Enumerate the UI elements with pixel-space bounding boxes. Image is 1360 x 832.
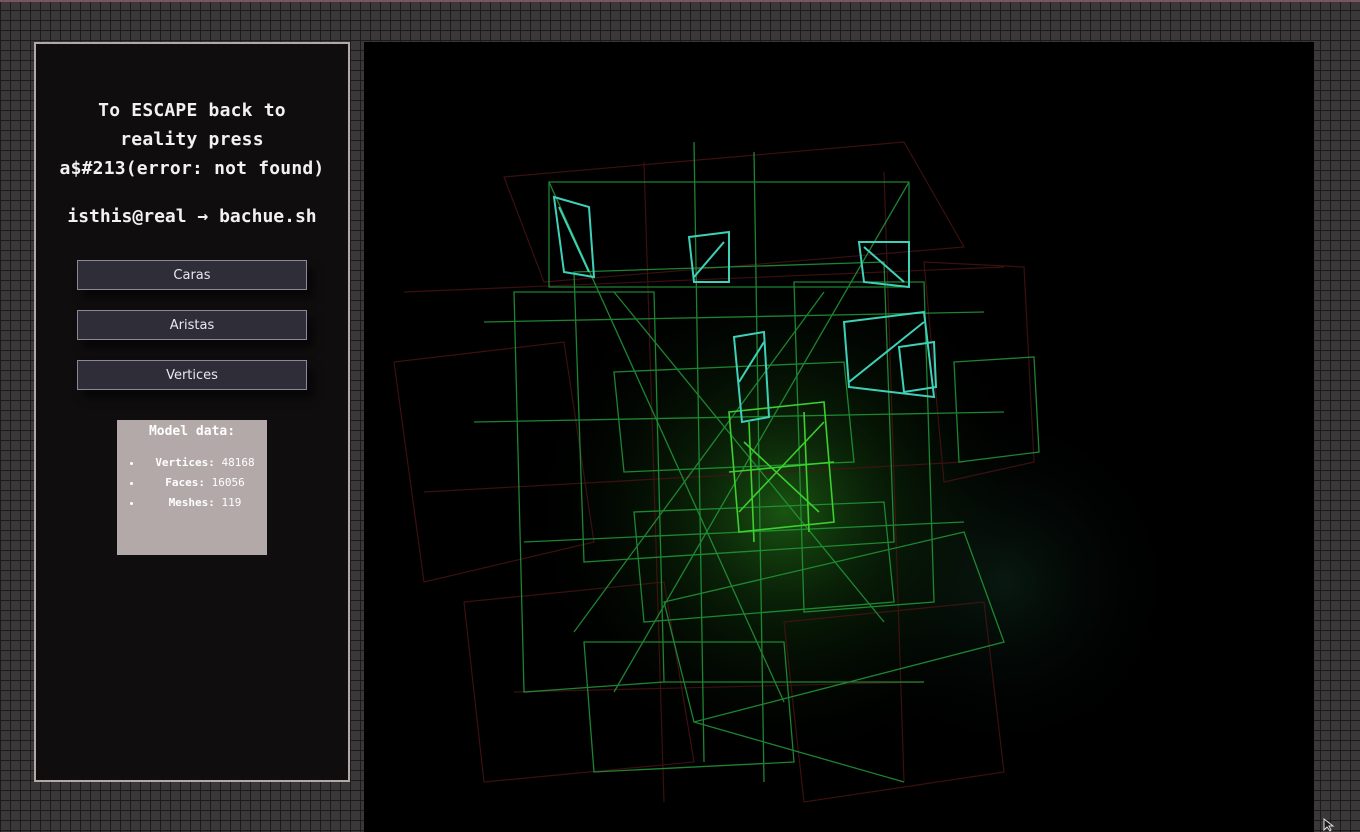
escape-line-2: reality press	[120, 129, 264, 150]
stat-faces: Faces: 16056	[143, 473, 267, 493]
3d-viewport[interactable]	[364, 42, 1314, 832]
path-label: isthis@real → bachue.sh	[67, 206, 317, 227]
wireframe-model	[364, 42, 1314, 832]
sidebar-panel: To ESCAPE back to reality press a$#213(e…	[34, 42, 350, 782]
escape-line-1: To ESCAPE back to	[98, 100, 286, 121]
model-data-card: Model data: Vertices: 48168 Faces: 16056…	[117, 420, 267, 555]
stat-label: Faces:	[165, 476, 205, 489]
escape-line-3: a$#213(error: not found)	[59, 158, 325, 179]
stat-value: 16056	[211, 476, 245, 489]
stat-meshes: Meshes: 119	[143, 493, 267, 513]
aristas-button[interactable]: Aristas	[77, 310, 307, 340]
model-stats-list: Vertices: 48168 Faces: 16056 Meshes: 119	[117, 453, 267, 513]
stat-label: Meshes:	[168, 496, 215, 509]
caras-button[interactable]: Caras	[77, 260, 307, 290]
model-data-title: Model data:	[148, 424, 236, 439]
window-top-border	[0, 0, 1360, 2]
vertices-button[interactable]: Vertices	[77, 360, 307, 390]
stat-label: Vertices:	[155, 456, 215, 469]
center-glow	[364, 42, 1314, 832]
stat-vertices: Vertices: 48168	[143, 453, 267, 473]
mouse-cursor-icon	[1323, 818, 1335, 832]
escape-message: To ESCAPE back to reality press a$#213(e…	[36, 96, 348, 183]
stat-value: 48168	[221, 456, 255, 469]
stat-value: 119	[221, 496, 242, 509]
